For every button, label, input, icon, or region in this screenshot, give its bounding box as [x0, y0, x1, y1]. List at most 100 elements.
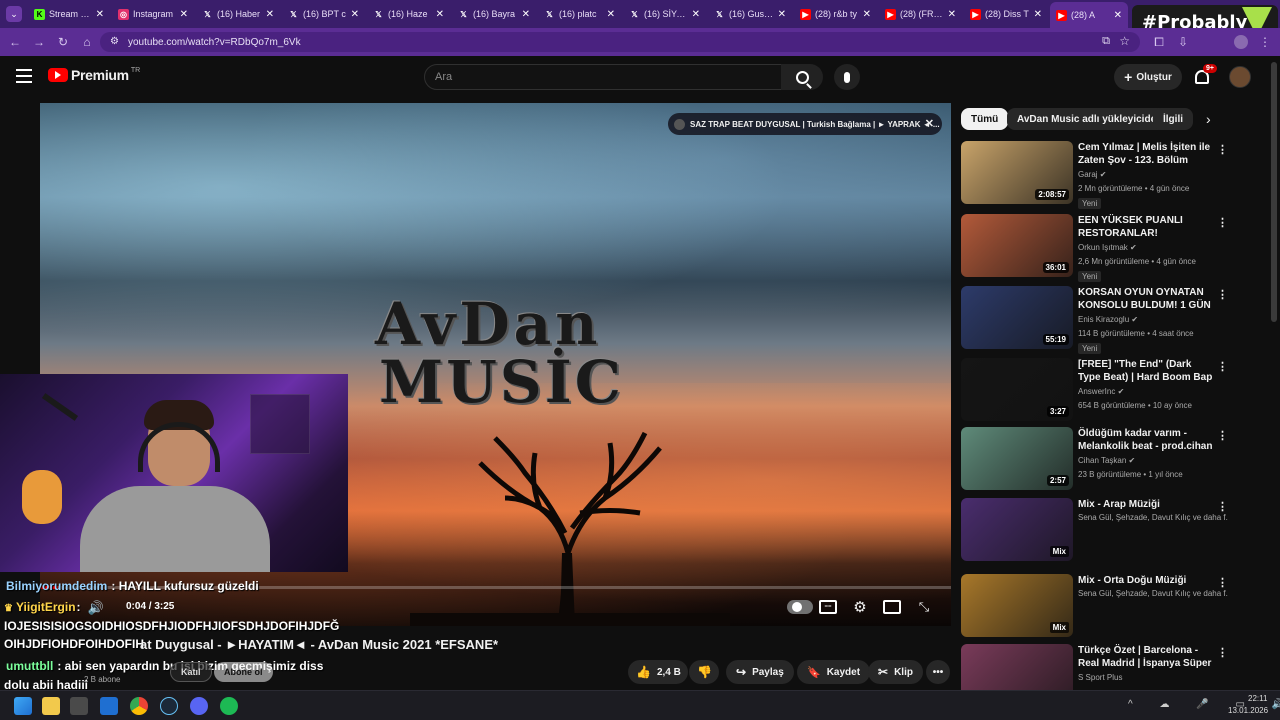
browser-tab[interactable]: K Stream - K ✕ — [28, 4, 110, 24]
recommendation-channel[interactable]: Cihan Taşkan ✔ — [1078, 456, 1228, 465]
tab-close-icon[interactable]: ✕ — [436, 9, 444, 20]
profile-avatar-icon[interactable] — [1232, 33, 1250, 51]
more-vertical-icon[interactable]: ⋮ — [1217, 216, 1228, 229]
more-actions-button[interactable]: ••• — [926, 660, 950, 684]
recommendation-title[interactable]: Cem Yılmaz | Melis İşiten ile Zaten Şov … — [1078, 141, 1216, 167]
recommendation-channel[interactable]: Orkun Işıtmak ✔ — [1078, 243, 1228, 252]
search-button[interactable] — [781, 64, 823, 90]
notifications-button[interactable]: 9+ — [1192, 64, 1217, 87]
bookmark-star-icon[interactable]: ☆ — [1119, 34, 1130, 48]
tab-close-icon[interactable]: ✕ — [1034, 9, 1042, 20]
recommendation-title[interactable]: Öldüğüm kadar varım - Melankolik beat - … — [1078, 427, 1216, 453]
recommendation-title[interactable]: [FREE] "The End" (Dark Type Beat) | Hard… — [1078, 358, 1216, 384]
save-button[interactable]: 🔖 Kaydet — [797, 660, 871, 684]
browser-tab[interactable]: ◎ Instagram ✕ — [112, 4, 194, 24]
chip-uploader[interactable]: AvDan Music adlı yükleyiciden — [1007, 108, 1173, 130]
recommendation-item[interactable]: Mix Mix - Orta Doğu Müziği Sena Gül, Şehza… — [961, 574, 1241, 640]
recommendation-item[interactable]: 36:01 EEN YÜKSEK PUANLI RESTORANLAR! @ube… — [961, 214, 1241, 282]
recommendation-item[interactable]: 2:57 Öldüğüm kadar varım - Melankolik bea… — [961, 427, 1241, 493]
browser-tab[interactable]: 𝕏 (16) Haze ✕ — [367, 4, 450, 24]
tab-list-button[interactable]: ⌄ — [6, 6, 22, 22]
recommendation-item[interactable]: 3:27 [FREE] "The End" (Dark Type Beat) | … — [961, 358, 1241, 424]
subscribe-button[interactable]: Abone ol — [214, 662, 273, 682]
recommendation-channel[interactable]: Enis Kirazoglu ✔ — [1078, 315, 1228, 324]
recommendation-thumbnail[interactable]: 2:57 — [961, 427, 1073, 490]
more-vertical-icon[interactable]: ⋮ — [1217, 500, 1228, 513]
recommendation-channel[interactable]: Garaj ✔ — [1078, 170, 1228, 179]
browser-tab[interactable]: 𝕏 (16) BPT c ✕ — [282, 4, 365, 24]
recommendation-thumbnail[interactable]: 3:27 — [961, 358, 1073, 421]
theater-mode-icon[interactable] — [883, 600, 901, 614]
recommendation-thumbnail[interactable]: 36:01 — [961, 214, 1073, 277]
recommendation-title[interactable]: Türkçe Özet | Barcelona - Real Madrid | … — [1078, 644, 1216, 670]
recommendation-thumbnail[interactable]: Mix — [961, 498, 1073, 561]
chip-all[interactable]: Tümü — [961, 108, 1009, 130]
create-button[interactable]: + Oluştur — [1114, 64, 1182, 90]
youtube-logo[interactable]: Premium TR — [48, 67, 140, 83]
site-info-icon[interactable]: ⚙ — [110, 36, 119, 47]
recommendation-title[interactable]: EEN YÜKSEK PUANLI RESTORANLAR! @uberkulo… — [1078, 214, 1216, 240]
recommendation-channel[interactable]: AnswerInc ✔ — [1078, 387, 1228, 396]
file-explorer-icon[interactable] — [42, 697, 60, 715]
steam-icon[interactable] — [160, 697, 178, 715]
more-vertical-icon[interactable]: ⋮ — [1217, 143, 1228, 156]
tab-close-icon[interactable]: ✕ — [778, 9, 786, 20]
downloads-icon[interactable]: ⇩ — [1174, 33, 1192, 51]
install-app-icon[interactable]: ⧉ — [1102, 35, 1110, 48]
browser-tab[interactable]: 𝕏 (16) Haber ✕ — [196, 4, 280, 24]
recommendation-title[interactable]: KORSAN OYUN OYNATAN KONSOLU BULDUM! 1 GÜ… — [1078, 286, 1216, 312]
tab-close-icon[interactable]: ✕ — [948, 9, 956, 20]
share-button[interactable]: ↪ Paylaş — [726, 660, 794, 684]
extensions-icon[interactable]: ⧠ — [1150, 33, 1168, 51]
more-vertical-icon[interactable]: ⋮ — [1217, 576, 1228, 589]
browser-tab[interactable]: 𝕏 (16) SİYAH ✕ — [623, 4, 706, 24]
browser-tab[interactable]: ▶ (28) Diss T ✕ — [964, 4, 1048, 24]
tab-close-icon[interactable]: ✕ — [607, 9, 615, 20]
reload-icon[interactable]: ↻ — [54, 33, 72, 51]
account-avatar[interactable] — [1229, 66, 1251, 88]
browser-tab[interactable]: ▶ (28) A ✕ — [1050, 2, 1128, 28]
close-icon[interactable]: ✕ — [925, 117, 934, 130]
video-info-chip[interactable]: SAZ TRAP BEAT DUYGUSAL | Turkish Bağlama… — [668, 113, 942, 135]
settings-gear-icon[interactable]: ⚙ — [851, 598, 869, 616]
browser-tab[interactable]: 𝕏 (16) platc ✕ — [538, 4, 621, 24]
recommendation-title[interactable]: Mix - Arap Müziği — [1078, 498, 1216, 511]
chip-related[interactable]: İlgili — [1153, 108, 1193, 130]
home-icon[interactable]: ⌂ — [78, 33, 96, 51]
recommendation-item[interactable]: 55:19 KORSAN OYUN OYNATAN KONSOLU BULDUM!… — [961, 286, 1241, 354]
dislike-button[interactable]: 👎 — [689, 660, 719, 684]
forward-icon[interactable]: → — [30, 33, 48, 51]
recommendation-thumbnail[interactable]: 2:08:57 — [961, 141, 1073, 204]
tab-close-icon[interactable]: ✕ — [180, 9, 188, 20]
tab-close-icon[interactable]: ✕ — [266, 9, 274, 20]
more-vertical-icon[interactable]: ⋮ — [1217, 429, 1228, 442]
browser-tab[interactable]: 𝕏 (16) Bayra ✕ — [452, 4, 536, 24]
subtitles-icon[interactable]: == — [819, 600, 837, 614]
outlook-icon[interactable] — [100, 697, 118, 715]
store-icon[interactable] — [70, 697, 88, 715]
tab-close-icon[interactable]: ✕ — [863, 9, 871, 20]
url-field[interactable]: ⚙ youtube.com/watch?v=RDbQo7m_6Vk ⧉ ☆ — [100, 32, 1140, 52]
more-vertical-icon[interactable]: ⋮ — [1217, 646, 1228, 659]
hamburger-menu-icon[interactable] — [16, 69, 32, 83]
windows-start-icon[interactable] — [14, 697, 32, 715]
chrome-icon[interactable] — [130, 697, 148, 715]
tab-close-icon[interactable]: ✕ — [522, 9, 530, 20]
chevron-right-icon[interactable]: › — [1206, 111, 1211, 127]
discord-icon[interactable] — [190, 697, 208, 715]
recommendation-channel[interactable]: Sena Gül, Şehzade, Davut Kılıç ve daha f… — [1078, 513, 1228, 522]
autoplay-toggle[interactable] — [787, 600, 813, 614]
back-icon[interactable]: ← — [6, 33, 24, 51]
recommendation-title[interactable]: Mix - Orta Doğu Müziği — [1078, 574, 1216, 587]
tab-close-icon[interactable]: ✕ — [1114, 10, 1122, 21]
like-button[interactable]: 👍 2,4 B — [628, 660, 688, 684]
search-input[interactable]: Ara — [424, 64, 782, 90]
clip-button[interactable]: ✂ Klip — [868, 660, 923, 684]
browser-tab[interactable]: 𝕏 (16) Gushe ✕ — [708, 4, 792, 24]
fullscreen-exit-icon[interactable]: ⤡ — [916, 599, 932, 615]
tab-close-icon[interactable]: ✕ — [692, 9, 700, 20]
voice-search-button[interactable] — [834, 64, 860, 90]
page-scrollbar[interactable] — [1271, 62, 1277, 322]
spotify-icon[interactable] — [220, 697, 238, 715]
more-vertical-icon[interactable]: ⋮ — [1217, 288, 1228, 301]
